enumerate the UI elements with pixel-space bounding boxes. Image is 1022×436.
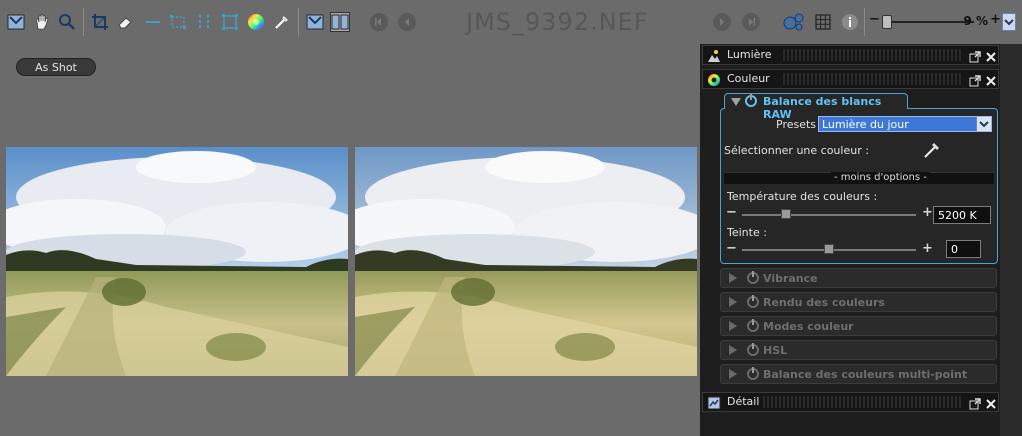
subsection-label: Balance des couleurs multi-point (763, 368, 968, 381)
tint-decrease-icon[interactable]: − (726, 241, 737, 256)
header-grip (763, 396, 963, 408)
view-split-icon[interactable] (330, 12, 350, 32)
expand-triangle-icon[interactable] (729, 297, 737, 307)
select-rect-icon[interactable] (168, 12, 188, 32)
straighten-line-icon[interactable] (143, 12, 163, 32)
subsection-hsl[interactable]: HSL (720, 340, 997, 360)
hand-tool-icon[interactable] (32, 12, 52, 32)
power-icon[interactable] (747, 367, 759, 380)
view-before-after-icon[interactable] (305, 12, 325, 32)
zoom-out-icon[interactable]: − (869, 12, 880, 27)
eyedropper-icon[interactable] (922, 140, 942, 160)
temperature-decrease-icon[interactable]: − (726, 205, 737, 220)
temperature-increase-icon[interactable]: + (922, 205, 933, 220)
expand-triangle-icon[interactable] (729, 273, 737, 283)
toolbar-separator (83, 8, 84, 36)
zoom-in-icon[interactable]: + (990, 12, 1001, 27)
detail-icon (707, 395, 721, 410)
grid-overlay-icon[interactable] (813, 12, 833, 32)
zoom-tool-icon[interactable] (57, 12, 77, 32)
subsection-label: Modes couleur (763, 320, 854, 333)
expand-triangle-icon[interactable] (729, 345, 737, 355)
toolbar-separator (864, 8, 865, 36)
header-grip (783, 73, 963, 85)
vertical-guides-icon[interactable] (194, 12, 214, 32)
zoom-control: − 9 % + (866, 10, 1016, 34)
tint-increase-icon[interactable]: + (922, 241, 933, 256)
crop-tool-icon[interactable] (90, 12, 110, 32)
detach-icon[interactable] (969, 395, 981, 410)
subsection-modes-couleur[interactable]: Modes couleur (720, 316, 997, 336)
tint-value-field[interactable]: 0 (946, 240, 981, 258)
view-single-icon[interactable] (6, 12, 26, 32)
eyedropper-icon[interactable] (272, 12, 292, 32)
detach-icon[interactable] (969, 72, 981, 87)
expand-triangle-icon[interactable] (729, 321, 737, 331)
expand-triangle-icon[interactable] (729, 369, 737, 379)
section-title-lumiere: Lumière (727, 48, 772, 61)
chevron-down-icon[interactable] (976, 117, 991, 131)
temperature-label: Température des couleurs : (727, 190, 878, 203)
temperature-slider-thumb[interactable] (781, 209, 792, 219)
zoom-value: 9 % (963, 14, 988, 28)
subsection-label: Vibrance (763, 272, 818, 285)
white-balance-header[interactable]: Balance des blancs RAW (724, 93, 908, 121)
toolbar-separator (298, 8, 299, 36)
section-header-lumiere[interactable]: Lumière (702, 45, 999, 65)
section-header-detail[interactable]: Détail (702, 392, 999, 412)
file-name-title: JMS_9392.NEF (466, 8, 649, 36)
app-window: JMS_9392.NEF − 9 % + As Shot Lumière Cou… (0, 0, 1022, 436)
close-icon[interactable] (985, 72, 997, 86)
subsection-label: HSL (763, 344, 788, 357)
presets-selected-value: Lumière du jour (822, 118, 909, 131)
subsection-multipoint[interactable]: Balance des couleurs multi-point (720, 364, 997, 384)
as-shot-button[interactable]: As Shot (16, 58, 96, 76)
next-image-button[interactable] (713, 13, 731, 31)
select-color-label: Sélectionner une couleur : (724, 144, 869, 157)
settings-gears-icon[interactable] (781, 12, 805, 32)
info-icon[interactable] (840, 12, 860, 32)
power-icon[interactable] (745, 94, 757, 107)
lumiere-icon (707, 48, 721, 62)
temperature-value-field[interactable]: 5200 K (933, 206, 991, 224)
detach-icon[interactable] (969, 48, 981, 63)
prev-image-button[interactable] (398, 13, 416, 31)
panel-scroll-strip (1000, 44, 1022, 436)
photo-before[interactable] (6, 147, 348, 376)
temperature-slider-track[interactable] (742, 214, 916, 216)
section-title-couleur: Couleur (727, 72, 770, 85)
less-options-label: - moins d'options - (831, 172, 930, 183)
section-title-detail: Détail (727, 395, 760, 408)
tint-slider-thumb[interactable] (824, 244, 834, 254)
presets-label: Presets (776, 118, 817, 131)
collapse-triangle-icon[interactable] (731, 98, 741, 106)
subsection-label: Rendu des couleurs (763, 296, 885, 309)
grid-select-icon[interactable] (220, 12, 240, 32)
adjustments-panel: Lumière Couleur Balance des blancs RAW P… (700, 44, 1022, 436)
power-icon[interactable] (747, 271, 759, 284)
close-icon[interactable] (985, 48, 997, 62)
power-icon[interactable] (747, 343, 759, 356)
last-image-button[interactable] (742, 13, 760, 31)
zoom-slider-thumb[interactable] (882, 15, 892, 29)
less-options-toggle[interactable]: - moins d'options - (724, 172, 994, 184)
header-grip (783, 49, 963, 61)
toolbar: JMS_9392.NEF − 9 % + (0, 0, 1022, 44)
color-wheel-icon[interactable] (246, 12, 266, 32)
subsection-rendu-couleurs[interactable]: Rendu des couleurs (720, 292, 997, 312)
tint-label: Teinte : (727, 226, 767, 239)
zoom-slider-track[interactable] (882, 21, 974, 23)
couleur-icon (707, 72, 721, 86)
presets-select[interactable]: Lumière du jour (818, 116, 992, 132)
power-icon[interactable] (747, 295, 759, 308)
zoom-dropdown-button[interactable] (1002, 13, 1016, 31)
first-image-button[interactable] (370, 13, 388, 31)
subsection-vibrance[interactable]: Vibrance (720, 268, 997, 288)
eraser-icon[interactable] (115, 12, 135, 32)
power-icon[interactable] (747, 319, 759, 332)
section-header-couleur[interactable]: Couleur (702, 69, 999, 89)
close-icon[interactable] (985, 395, 997, 409)
photo-after[interactable] (355, 147, 697, 376)
